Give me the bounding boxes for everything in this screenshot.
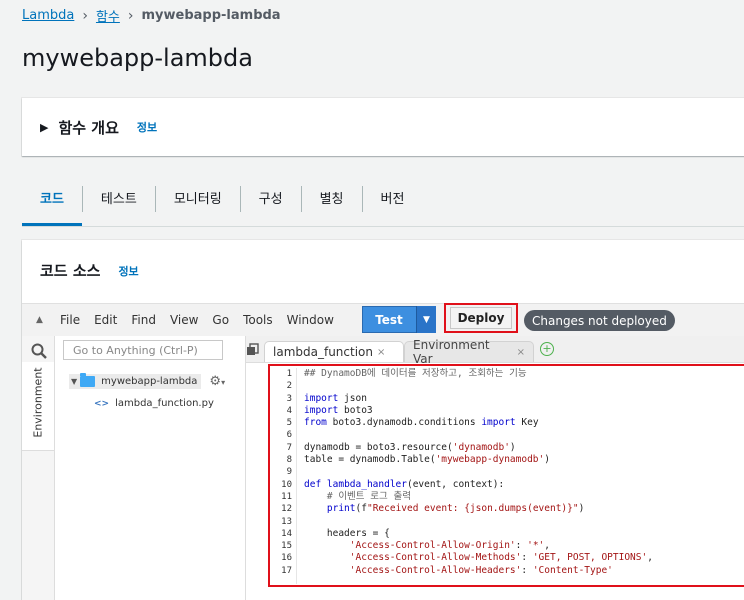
collapse-icon[interactable]: ▲	[36, 315, 46, 325]
line-number: 5	[286, 418, 292, 429]
line-number: 1	[286, 369, 292, 379]
menu-view[interactable]: View	[170, 313, 198, 327]
chevron-right-icon: ›	[127, 7, 134, 24]
code-line: ## DynamoDB에 데이터를 저장하고, 조회하는 기능	[304, 368, 527, 379]
line-number: 14	[281, 528, 292, 539]
code-line: 'Access-Control-Allow-Origin': '*',	[349, 540, 550, 552]
line-number: 2	[286, 381, 292, 392]
go-to-anything-input[interactable]: Go to Anything (Ctrl-P)	[63, 340, 223, 360]
code-source-title: 코드 소스	[40, 262, 101, 280]
tab-code[interactable]: 코드	[22, 178, 82, 226]
tab-monitoring[interactable]: 모니터링	[156, 178, 240, 224]
tab-list-icon[interactable]	[246, 341, 260, 355]
tab-aliases[interactable]: 별칭	[302, 178, 362, 224]
add-tab-icon[interactable]: +	[540, 342, 554, 356]
expand-caret-icon[interactable]: ▶	[40, 121, 48, 134]
environment-tab[interactable]: Environment	[22, 362, 54, 451]
code-source-header: 코드 소스 정보	[40, 260, 139, 281]
menu-file[interactable]: File	[60, 313, 80, 327]
menu-go[interactable]: Go	[212, 313, 229, 327]
line-number: 3	[286, 393, 292, 404]
breadcrumb-lambda-link[interactable]: Lambda	[22, 8, 74, 23]
breadcrumb-current: mywebapp-lambda	[141, 8, 281, 23]
line-number: 13	[281, 516, 292, 527]
gear-icon[interactable]: ⚙▾	[209, 374, 225, 389]
ide-side-strip: Environment	[22, 336, 55, 600]
function-overview-title[interactable]: 함수 개요	[58, 117, 118, 138]
line-number: 6	[286, 430, 292, 441]
editor-tab-lambda-function[interactable]: lambda_function ×	[264, 341, 404, 362]
tab-configuration[interactable]: 구성	[241, 178, 301, 224]
editor-tab-bar: lambda_function × Environment Var × +	[246, 336, 744, 366]
code-line: import json	[304, 392, 367, 404]
code-line: 'Access-Control-Allow-Methods': 'GET, PO…	[349, 552, 653, 564]
tab-versions[interactable]: 버전	[363, 178, 423, 224]
code-line: # 이벤트 로그 출력	[304, 490, 411, 502]
line-number: 16	[281, 553, 292, 564]
folder-name: mywebapp-lambda	[101, 376, 198, 387]
file-explorer: Go to Anything (Ctrl-P) ▼ mywebapp-lambd…	[55, 336, 246, 600]
menu-find[interactable]: Find	[131, 313, 156, 327]
line-number: 7	[286, 442, 292, 453]
chevron-right-icon: ›	[82, 7, 88, 24]
code-line: print(f"Received event: {json.dumps(even…	[326, 503, 585, 515]
code-line: table = dynamodb.Table('mywebapp-dynamod…	[304, 454, 550, 466]
overview-info-link[interactable]: 정보	[137, 119, 157, 135]
ide-body: Environment Go to Anything (Ctrl-P) ▼ my…	[22, 336, 744, 600]
function-overview-panel[interactable]: ▶ 함수 개요 정보	[22, 98, 744, 156]
gutter-divider	[296, 368, 297, 584]
line-number: 10	[281, 479, 292, 490]
editor-tab-environment-vars[interactable]: Environment Var ×	[404, 338, 534, 366]
menu-window[interactable]: Window	[287, 313, 334, 327]
breadcrumb-functions-link[interactable]: 함수	[96, 6, 120, 25]
line-number: 12	[281, 504, 292, 515]
close-icon[interactable]: ×	[377, 347, 385, 358]
code-line: from boto3.dynamodb.conditions import Ke…	[304, 417, 539, 429]
deploy-button[interactable]: Deploy	[450, 307, 512, 329]
breadcrumb: Lambda › 함수 › mywebapp-lambda	[22, 6, 281, 26]
close-icon[interactable]: ×	[517, 347, 525, 358]
line-number: 11	[281, 491, 292, 502]
file-name: lambda_function.py	[115, 398, 214, 409]
status-badge: Changes not deployed	[524, 310, 675, 331]
test-dropdown-button[interactable]: ▼	[416, 306, 436, 333]
function-tabs: 코드 테스트 모니터링 구성 별칭 버전	[22, 178, 744, 227]
search-icon[interactable]	[30, 342, 48, 360]
line-number: 9	[286, 467, 292, 478]
code-editor[interactable]: 1 2 3 4 5 6 7 8 9 10 11 12 13 14 15 16 17 ## DynamoDB에 데…	[246, 363, 744, 600]
code-line: def lambda_handler(event, context):	[304, 478, 505, 490]
line-numbers: 1 2 3 4 5 6 7 8 9 10 11 12 13 14 15 16 17	[270, 368, 292, 577]
deploy-highlight: Deploy	[444, 303, 518, 333]
menu-edit[interactable]: Edit	[94, 313, 117, 327]
expand-caret-icon[interactable]: ▼	[71, 377, 77, 386]
code-line: headers = {	[304, 527, 390, 539]
page-title: mywebapp-lambda	[22, 44, 253, 72]
menu-tools[interactable]: Tools	[243, 313, 273, 327]
tree-file[interactable]: <> lambda_function.py	[94, 398, 214, 409]
code-source-panel: 코드 소스 정보 ▲ File Edit Find View Go Tools …	[22, 240, 744, 600]
code-source-info-link[interactable]: 정보	[118, 263, 138, 279]
folder-icon	[80, 373, 96, 387]
line-number: 17	[281, 565, 292, 576]
ide-menu-bar: ▲ File Edit Find View Go Tools Window Te…	[22, 303, 744, 336]
tree-folder[interactable]: ▼ mywebapp-lambda ⚙▾	[69, 373, 225, 389]
code-content[interactable]: ## DynamoDB에 데이터를 저장하고, 조회하는 기능 import js…	[304, 368, 653, 577]
code-line: import boto3	[304, 404, 373, 416]
caret-down-icon: ▼	[423, 314, 430, 325]
code-line: dynamodb = boto3.resource('dynamodb')	[304, 441, 516, 453]
tab-test[interactable]: 테스트	[83, 178, 155, 224]
line-number: 4	[286, 405, 292, 416]
code-file-icon: <>	[94, 398, 110, 409]
line-number: 8	[286, 455, 292, 466]
code-line: 'Access-Control-Allow-Headers': 'Content…	[349, 564, 613, 576]
line-number: 15	[281, 541, 292, 552]
